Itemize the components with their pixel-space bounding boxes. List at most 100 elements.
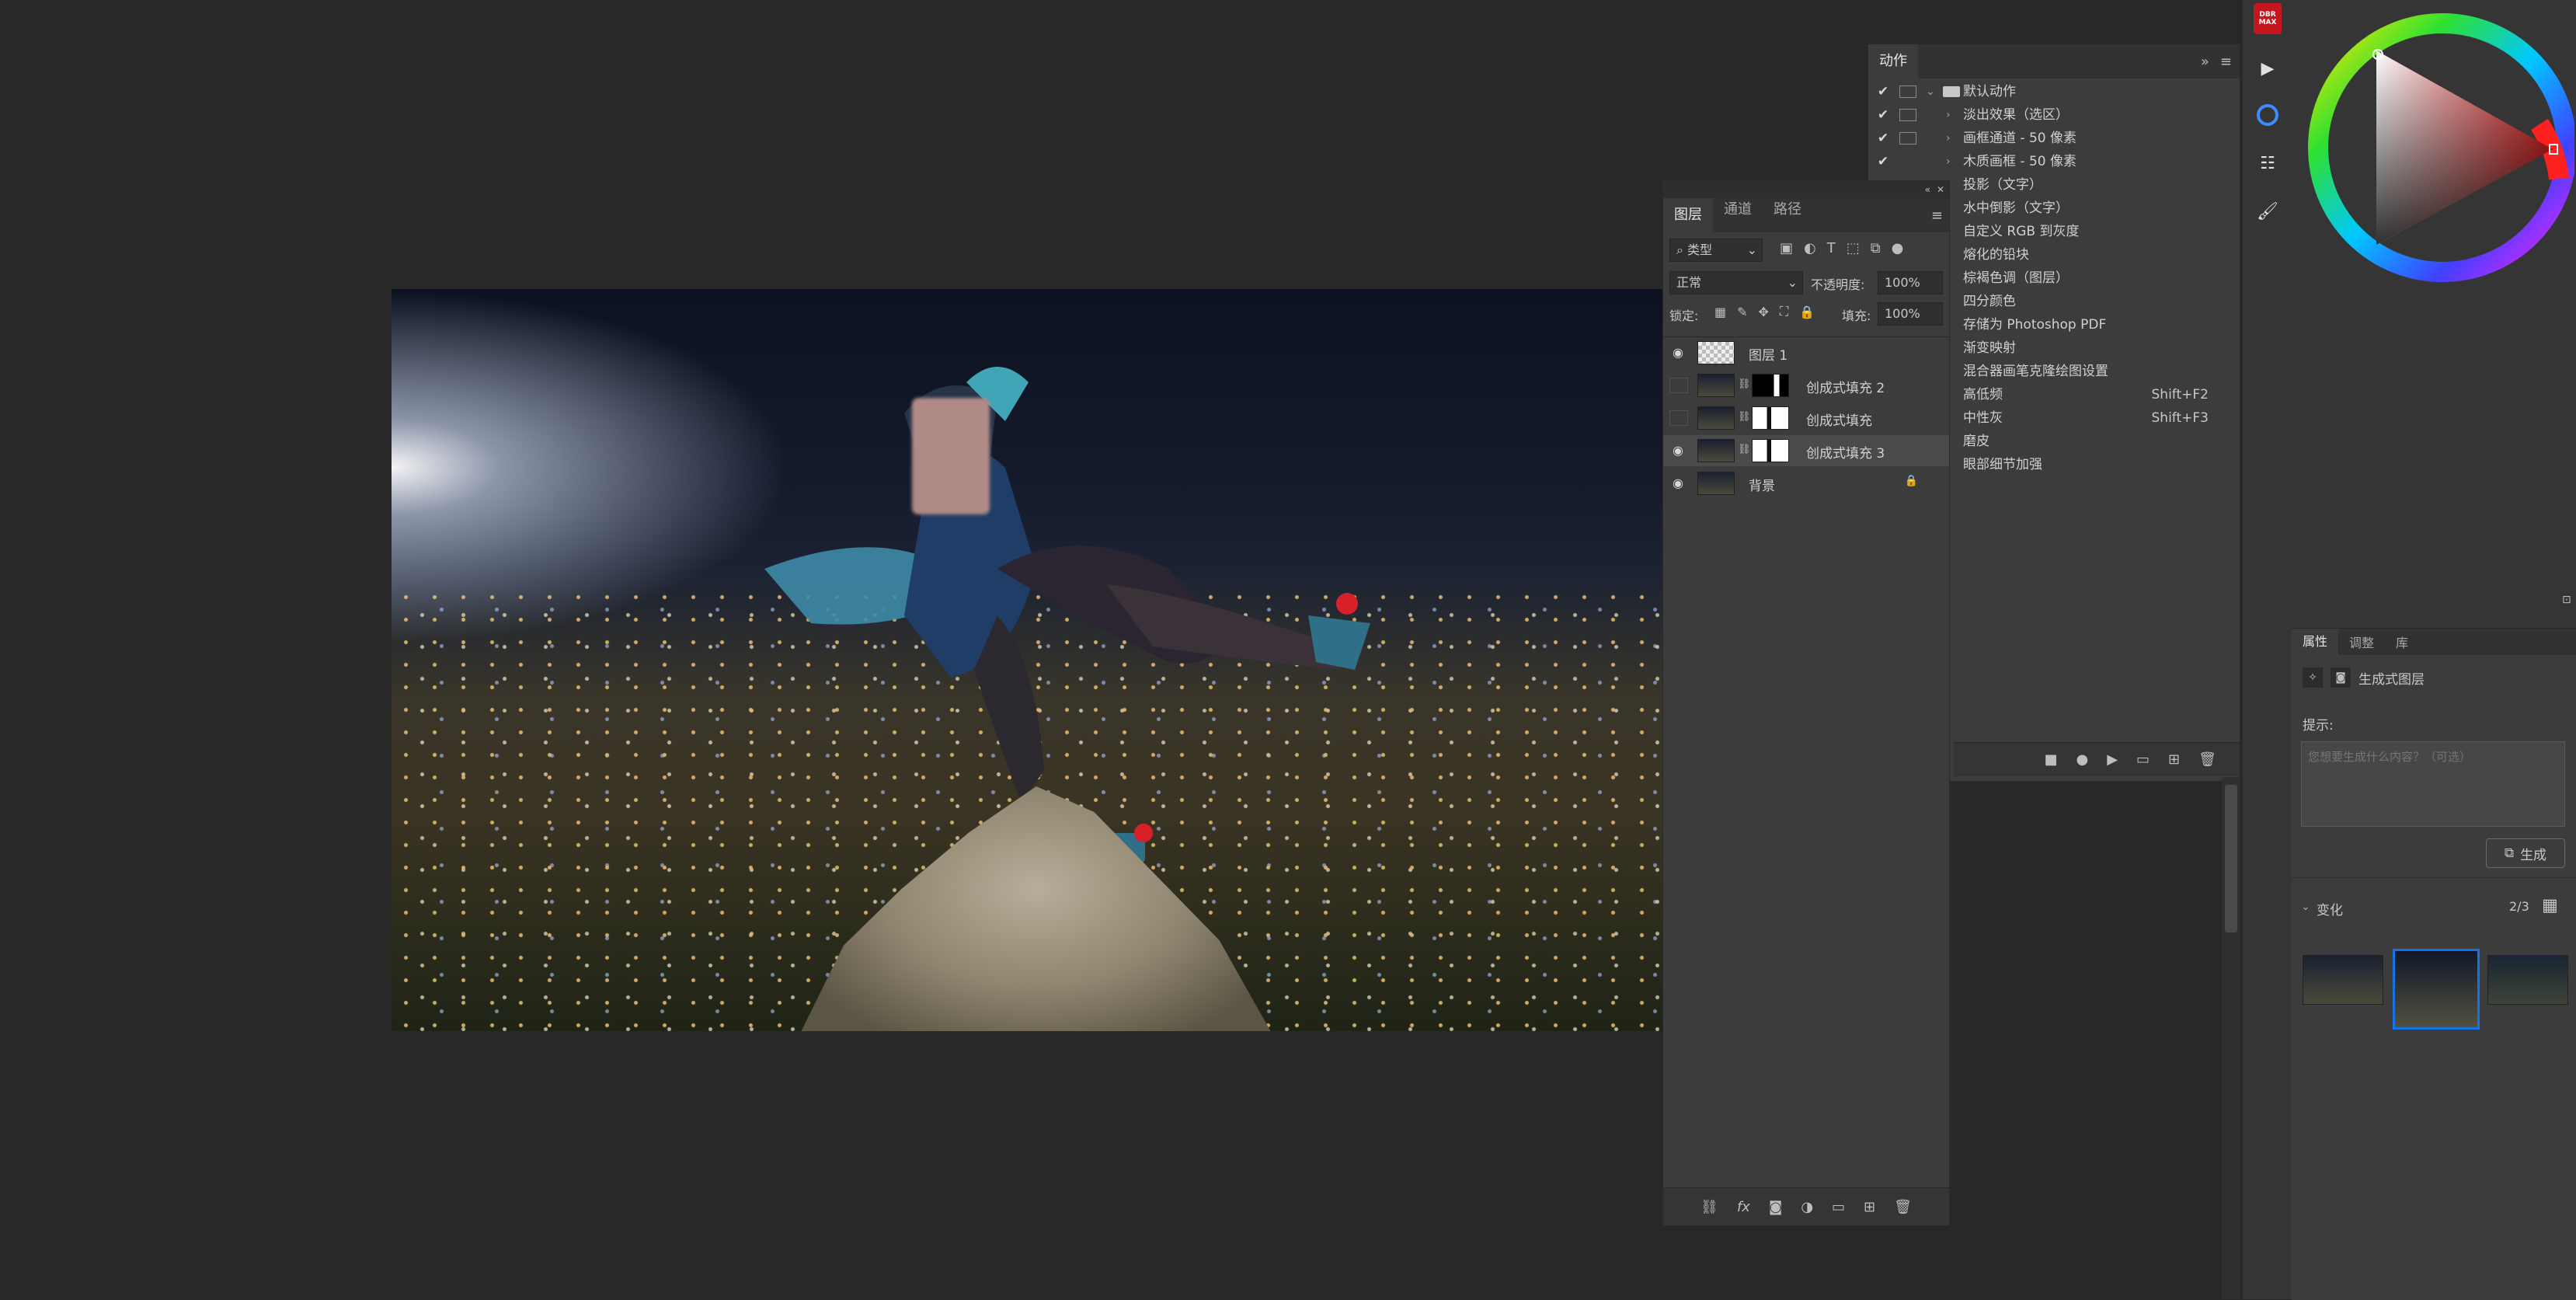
smart-object-filter-icon[interactable]: ⧉ (1871, 240, 1881, 256)
tab-adjustments[interactable]: 调整 (2338, 633, 2385, 651)
lock-all-icon[interactable]: 🔒 (1799, 304, 1815, 319)
action-row[interactable]: ✔ › 画框通道 - 50 像素 (1868, 127, 2240, 150)
lock-position-icon[interactable]: ✥ (1759, 304, 1769, 319)
new-set-icon[interactable]: ▭ (2136, 751, 2150, 768)
visibility-eye-icon[interactable] (1669, 410, 1688, 426)
layer-mask-thumbnail[interactable] (1752, 439, 1789, 462)
variation-thumbnail-2[interactable] (2393, 949, 2480, 1030)
chevron-right-icon[interactable]: › (1946, 103, 1951, 127)
panel-menu-icon[interactable]: ≡ (2220, 54, 2232, 70)
scrollbar-thumb[interactable] (2225, 785, 2237, 932)
check-icon[interactable]: ✔ (1875, 103, 1892, 127)
pixel-filter-icon[interactable]: ▣ (1780, 240, 1793, 256)
document-canvas[interactable] (392, 289, 1664, 1031)
shape-filter-icon[interactable]: ⬚ (1847, 240, 1860, 256)
new-action-icon[interactable]: ⊞ (2168, 751, 2180, 768)
chevron-right-icon[interactable]: › (1946, 150, 1951, 173)
brush-settings-icon[interactable]: 🖌 (2254, 197, 2282, 225)
tab-properties[interactable]: 属性 (2292, 629, 2339, 655)
check-icon[interactable]: ✔ (1875, 127, 1892, 150)
stop-icon[interactable]: ■ (2044, 751, 2057, 768)
tab-libraries[interactable]: 库 (2385, 633, 2419, 651)
lock-brush-icon[interactable]: ✎ (1737, 304, 1747, 319)
grid-view-icon[interactable]: ▦ (2542, 896, 2558, 915)
tab-channels[interactable]: 通道 (1713, 198, 1763, 232)
collapse-icon[interactable]: » (2201, 54, 2209, 70)
link-icon[interactable]: ⛓ (1701, 1199, 1718, 1215)
adjustments-sliders-icon[interactable]: ☷ (2254, 149, 2282, 177)
layer-mask-thumbnail[interactable] (1752, 374, 1789, 397)
close-icon[interactable]: ✕ (1937, 184, 1949, 195)
layer-row[interactable]: ◉ 图层 1 (1663, 337, 1949, 368)
lock-artboard-icon[interactable]: ⛶ (1780, 304, 1788, 319)
chevron-down-icon: ⌄ (1787, 275, 1798, 290)
blend-mode-select[interactable]: 正常 ⌄ (1669, 271, 1803, 295)
layer-row[interactable]: ◉ ⛓ 创成式填充 3 (1663, 435, 1949, 466)
check-icon[interactable]: ✔ (1875, 80, 1892, 103)
layer-kind-filter[interactable]: ⌕ 类型 ⌄ (1669, 239, 1763, 262)
action-label: 混合器画笔克隆绘图设置 (1963, 364, 2108, 379)
check-icon[interactable]: ✔ (1875, 150, 1892, 173)
dialog-toggle-icon[interactable] (1899, 85, 1916, 98)
visibility-eye-icon[interactable]: ◉ (1669, 443, 1687, 458)
scrollbar-track[interactable] (2222, 777, 2240, 1299)
action-row[interactable]: ✔ › 淡出效果（选区） (1868, 103, 2240, 127)
action-row[interactable]: ✔ › 木质画框 - 50 像素 (1868, 150, 2240, 173)
dbr-max-plugin-icon[interactable]: DBR MAX (2254, 3, 2282, 34)
adjustment-filter-icon[interactable]: ◐ (1804, 240, 1816, 256)
layer-row[interactable]: ⛓ 创成式填充 (1663, 403, 1949, 434)
variation-thumbnail-3[interactable] (2487, 955, 2568, 1005)
fill-input[interactable]: 100% (1878, 302, 1943, 326)
type-filter-icon[interactable]: T (1827, 240, 1836, 256)
tab-actions[interactable]: 动作 (1868, 44, 1918, 78)
tab-layers[interactable]: 图层 (1663, 198, 1713, 232)
chevron-down-icon[interactable]: ⌄ (2301, 901, 2310, 913)
lock-transparent-icon[interactable]: ▦ (1714, 304, 1726, 319)
delete-icon[interactable]: 🗑 (1894, 1199, 1912, 1215)
mask-link-icon[interactable]: ⛓ (1738, 378, 1751, 390)
color-wheel-icon[interactable] (2254, 101, 2282, 129)
add-mask-icon[interactable]: ◙ (1769, 1199, 1782, 1215)
action-label: 投影（文字） (1963, 177, 2042, 193)
delete-icon[interactable]: 🗑 (2198, 751, 2216, 768)
lock-label: 锁定: (1669, 308, 1699, 323)
chevron-down-icon[interactable]: ⌄ (1926, 80, 1935, 103)
actions-play-icon[interactable]: ▶ (2254, 54, 2282, 82)
folder-icon (1943, 86, 1960, 97)
dialog-toggle-icon[interactable] (1899, 109, 1916, 121)
group-icon[interactable]: ▭ (1832, 1199, 1845, 1215)
action-label: 自定义 RGB 到灰度 (1963, 224, 2080, 239)
visibility-eye-icon[interactable]: ◉ (1669, 345, 1687, 360)
collapse-icon[interactable]: « (1925, 184, 1937, 195)
layer-row[interactable]: ⛓ 创成式填充 2 (1663, 370, 1949, 401)
play-icon[interactable]: ▶ (2107, 751, 2118, 768)
face-blur-region (912, 398, 990, 514)
generate-button[interactable]: ⧉ 生成 (2486, 838, 2565, 868)
record-icon[interactable]: ● (2076, 751, 2088, 768)
opacity-input[interactable]: 100% (1878, 271, 1943, 295)
visibility-eye-icon[interactable]: ◉ (1669, 476, 1687, 490)
layer-row[interactable]: ◉ 背景 🔒 (1663, 468, 1949, 499)
expand-icon[interactable]: ⊡ (2562, 594, 2571, 606)
filter-toggle-icon[interactable]: ● (1892, 240, 1904, 256)
mask-link-icon[interactable]: ⛓ (1738, 444, 1751, 455)
chevron-right-icon[interactable]: › (1946, 127, 1951, 150)
fx-icon[interactable]: fx (1737, 1199, 1750, 1215)
panel-menu-icon[interactable]: ≡ (1931, 207, 1949, 224)
action-label: 水中倒影（文字） (1963, 200, 2069, 216)
layer-mask-thumbnail[interactable] (1752, 406, 1789, 430)
action-row[interactable]: ✔ ⌄ 默认动作 (1868, 80, 2240, 103)
visibility-eye-icon[interactable] (1669, 378, 1688, 393)
mask-link-icon[interactable]: ⛓ (1738, 411, 1751, 423)
new-layer-icon[interactable]: ⊞ (1864, 1199, 1875, 1215)
color-wheel[interactable] (2303, 8, 2574, 288)
layers-panel: « ✕ 图层 通道 路径 ≡ ⌕ 类型 ⌄ ▣ ◐ T ⬚ ⧉ ● 正常 ⌄ 不透明… (1662, 180, 1950, 1226)
prompt-label: 提示: (2303, 718, 2334, 734)
adjustment-icon[interactable]: ◑ (1801, 1199, 1813, 1215)
tab-paths[interactable]: 路径 (1763, 198, 1812, 232)
action-label: 默认动作 (1963, 84, 2016, 99)
prompt-input[interactable] (2301, 741, 2565, 827)
dialog-toggle-icon[interactable] (1899, 132, 1916, 145)
variation-thumbnail-1[interactable] (2303, 955, 2383, 1005)
layer-name: 图层 1 (1749, 348, 1788, 364)
